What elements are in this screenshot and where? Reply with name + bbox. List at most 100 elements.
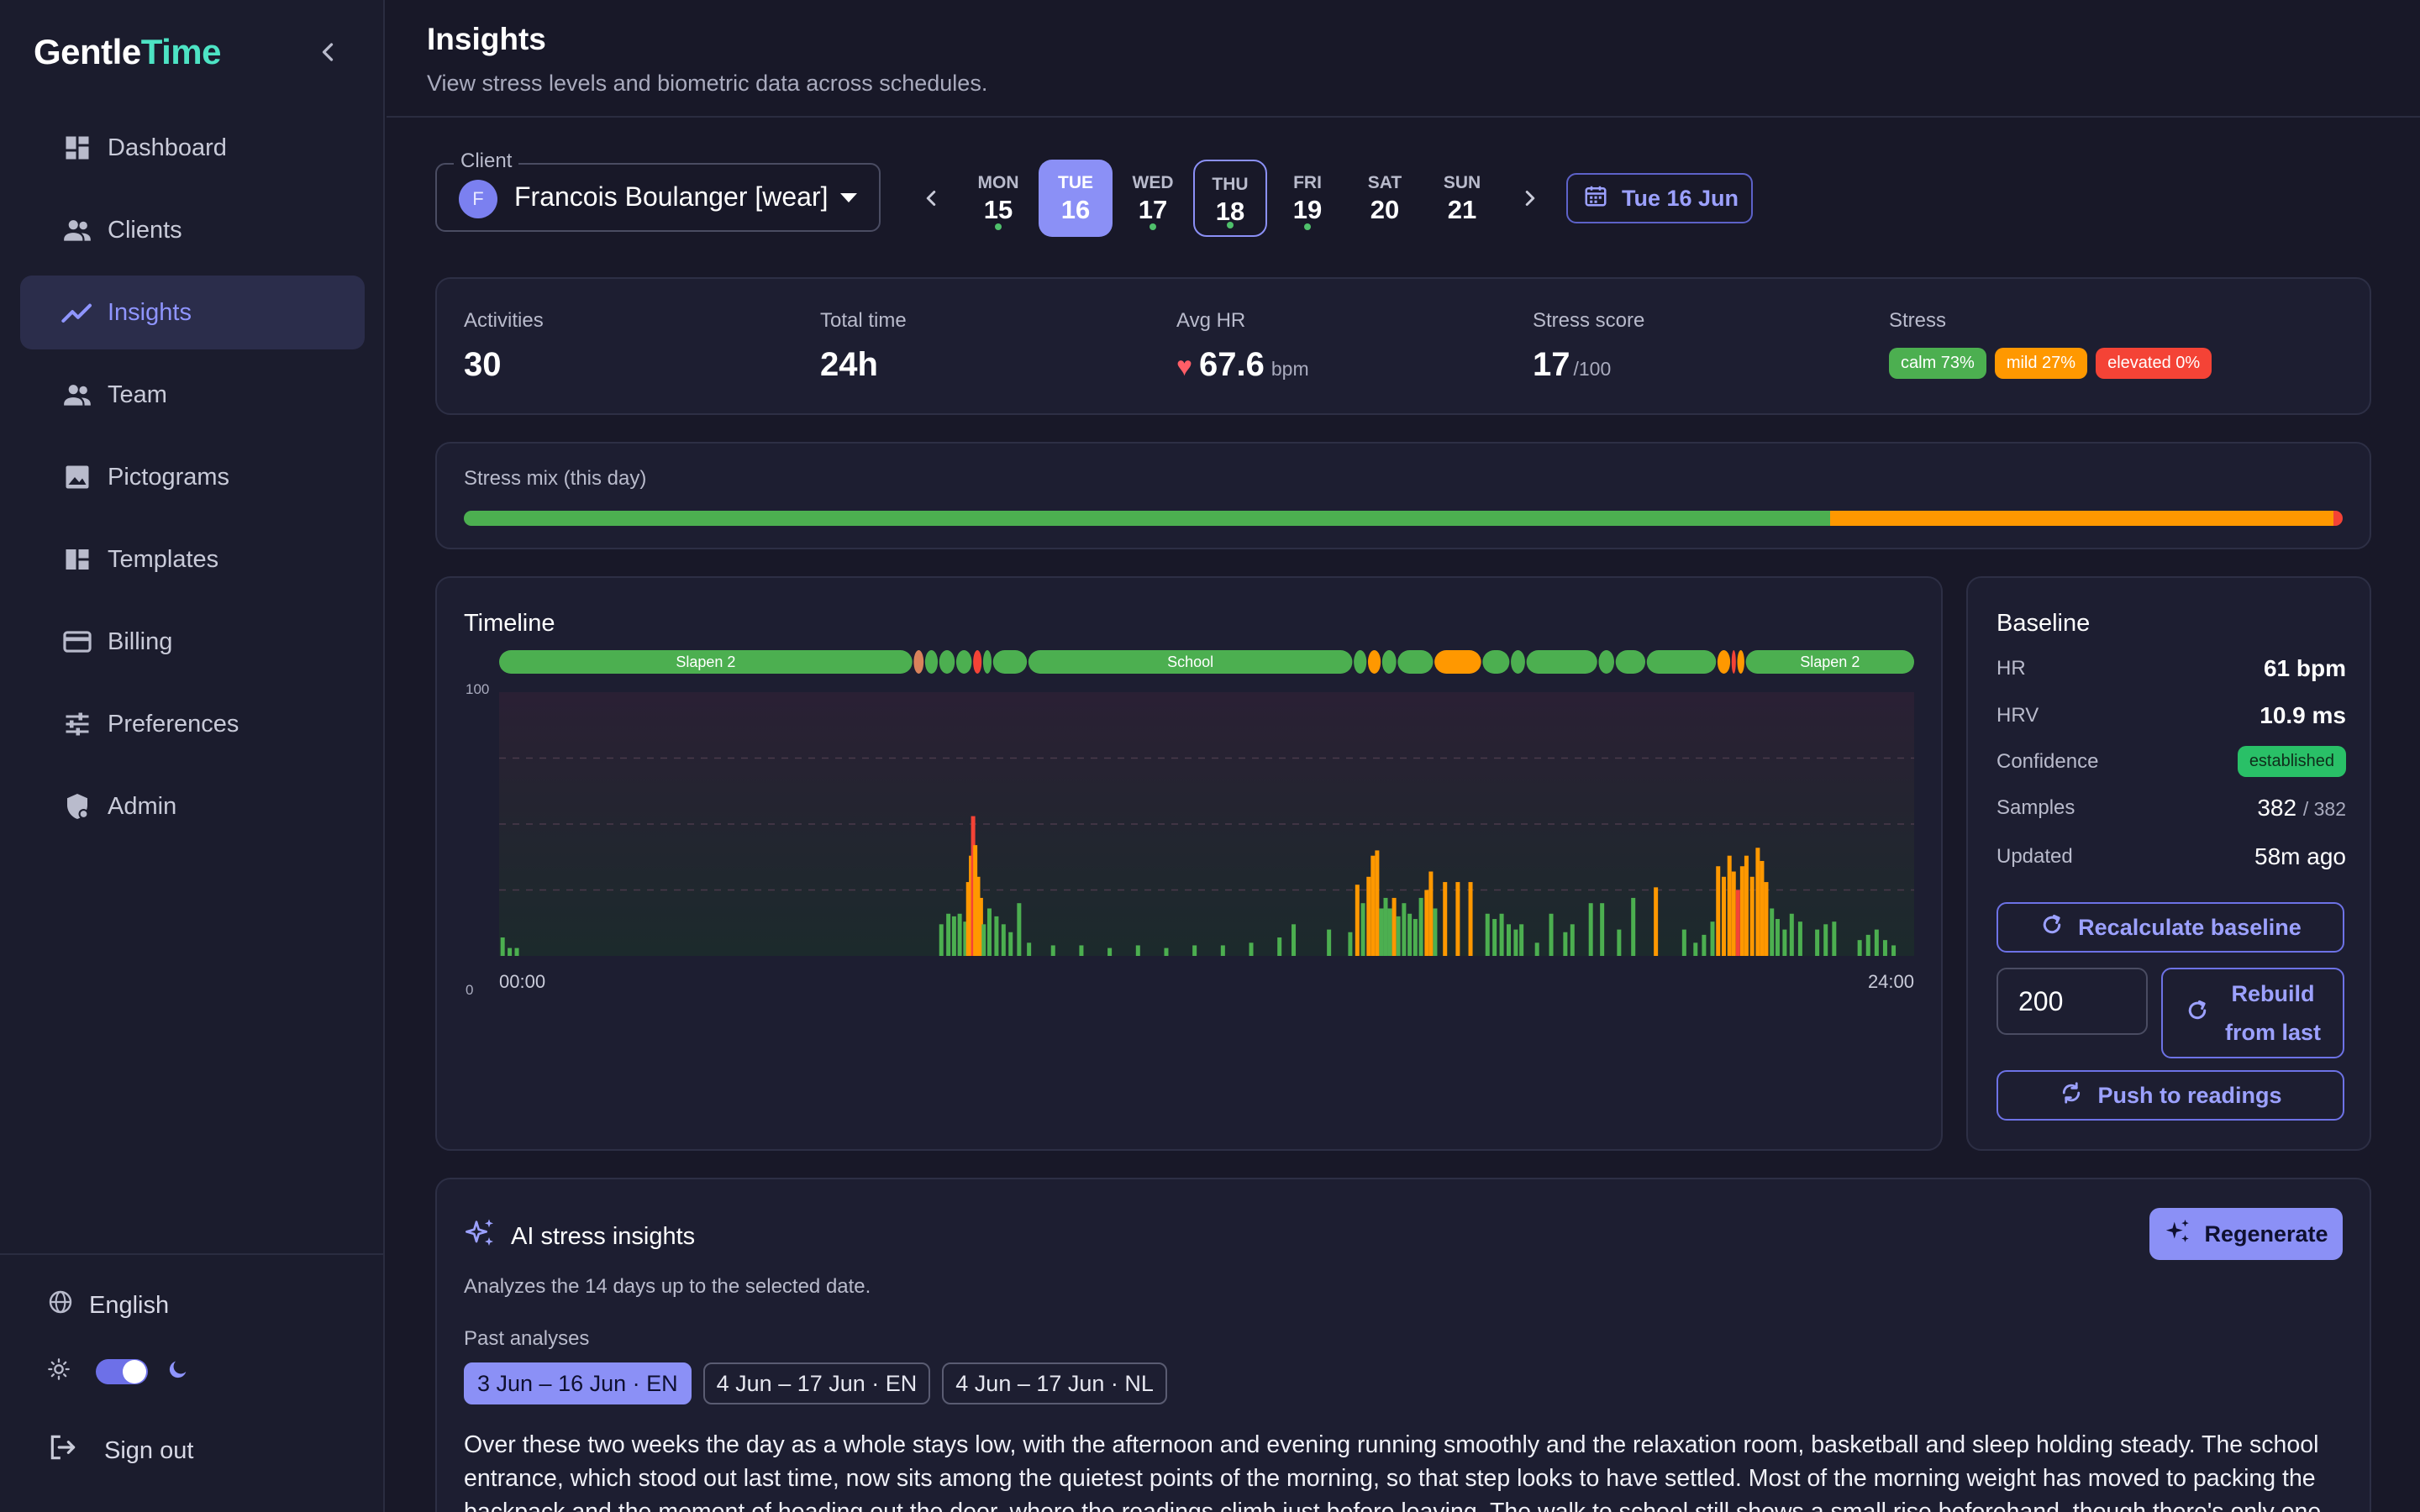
- sync-icon: [2059, 1080, 2084, 1111]
- stress-mix-title: Stress mix (this day): [464, 467, 647, 490]
- stress-bar: [1455, 882, 1460, 956]
- day-mon[interactable]: MON 15: [961, 160, 1035, 237]
- sidebar-item-team[interactable]: Team: [20, 358, 365, 432]
- sidebar-item-templates[interactable]: Templates: [20, 522, 365, 596]
- day-fri[interactable]: FRI 19: [1270, 160, 1344, 237]
- stress-bar: [1360, 903, 1365, 956]
- regenerate-button[interactable]: Regenerate: [2149, 1208, 2343, 1260]
- stress-bar: [1716, 866, 1721, 956]
- stress-bar: [1492, 919, 1497, 956]
- activity-segment[interactable]: [1731, 650, 1736, 674]
- y-min-label: 0: [466, 982, 473, 998]
- day-sun[interactable]: SUN 21: [1425, 160, 1499, 237]
- client-select[interactable]: Client F Francois Boulanger [wear]: [435, 150, 881, 232]
- sidebar-item-label: Insights: [108, 298, 192, 326]
- past-analysis-chip[interactable]: 4 Jun – 17 Jun · EN: [702, 1362, 931, 1404]
- theme-toggle[interactable]: [96, 1358, 148, 1384]
- sign-out-button[interactable]: Sign out: [47, 1431, 193, 1470]
- trend-icon: [60, 296, 94, 329]
- day-tue[interactable]: TUE 16: [1039, 160, 1113, 237]
- push-to-readings-button[interactable]: Push to readings: [1996, 1070, 2344, 1121]
- stress-bar: [1277, 937, 1282, 956]
- activity-segment[interactable]: [1646, 650, 1717, 674]
- sidebar-item-clients[interactable]: Clients: [20, 193, 365, 267]
- sidebar-item-dashboard[interactable]: Dashboard: [20, 111, 365, 185]
- baseline-hrv-value: 10.9 ms: [2260, 702, 2346, 728]
- push-label: Push to readings: [2097, 1082, 2282, 1108]
- baseline-updated-value: 58m ago: [2254, 843, 2346, 869]
- stress-bar: [1366, 876, 1371, 956]
- calendar-icon: [1583, 183, 1608, 214]
- activity-segment[interactable]: [1482, 650, 1510, 674]
- activity-segment[interactable]: [1598, 650, 1614, 674]
- activity-segment[interactable]: [1511, 650, 1525, 674]
- sidebar-item-admin[interactable]: Admin: [20, 769, 365, 843]
- stress-bar: [1485, 913, 1490, 956]
- rebuild-count-input[interactable]: [1996, 968, 2148, 1035]
- prev-week-button[interactable]: [918, 183, 944, 213]
- stress-bar: [1782, 929, 1787, 956]
- rebuild-from-last-button[interactable]: Rebuild from last: [2161, 968, 2344, 1058]
- activity-segment[interactable]: [913, 650, 924, 674]
- activity-segment[interactable]: [1354, 650, 1367, 674]
- baseline-hrv-row: HRV 10.9 ms: [1996, 702, 2346, 729]
- sidebar-item-pictograms[interactable]: Pictograms: [20, 440, 365, 514]
- ai-description: Analyzes the 14 days up to the selected …: [464, 1275, 871, 1298]
- stress-bar: [1727, 855, 1732, 956]
- day-sat[interactable]: SAT 20: [1348, 160, 1422, 237]
- day-wed[interactable]: WED 17: [1116, 160, 1190, 237]
- activity-segment[interactable]: [939, 650, 955, 674]
- activity-segment[interactable]: [924, 650, 939, 674]
- stat-label: Stress score: [1533, 309, 1645, 332]
- recalculate-baseline-button[interactable]: Recalculate baseline: [1996, 902, 2344, 953]
- stress-mix-segment-elevated: [2333, 511, 2343, 526]
- activity-segment[interactable]: [992, 650, 1028, 674]
- stress-bar: [1079, 945, 1084, 956]
- activity-segment[interactable]: [1381, 650, 1397, 674]
- activity-segment[interactable]: [1615, 650, 1646, 674]
- stress-bar: [981, 924, 986, 956]
- activity-segment[interactable]: [1397, 650, 1434, 674]
- sidebar-item-preferences[interactable]: Preferences: [20, 687, 365, 761]
- past-analysis-chip[interactable]: 4 Jun – 17 Jun · NL: [942, 1362, 1167, 1404]
- activity-segment[interactable]: [955, 650, 972, 674]
- current-date-label: Tue 16 Jun: [1622, 185, 1739, 211]
- stat-value: 30: [464, 346, 502, 383]
- stress-bar: [1008, 932, 1013, 956]
- stress-bar: [1693, 942, 1698, 956]
- stress-bar: [508, 948, 513, 956]
- baseline-samples-value: 382: [2257, 795, 2297, 821]
- baseline-hrv-label: HRV: [1996, 704, 2039, 727]
- stress-bar: [1874, 929, 1879, 956]
- activity-segment[interactable]: [973, 650, 982, 674]
- activity-segment[interactable]: [1737, 650, 1744, 674]
- stress-bar: [1760, 860, 1765, 956]
- x-end-label: 24:00: [1868, 971, 1914, 992]
- activity-segment[interactable]: [1434, 650, 1481, 674]
- ai-title-text: AI stress insights: [511, 1222, 696, 1250]
- stat-label: Total time: [820, 309, 907, 332]
- ai-title: AI stress insights: [464, 1216, 695, 1257]
- day-thu[interactable]: THU 18: [1193, 160, 1267, 237]
- stress-bar: [1815, 929, 1820, 956]
- past-analysis-chip[interactable]: 3 Jun – 16 Jun · EN: [464, 1362, 692, 1404]
- elevated-badge: elevated 0%: [2096, 348, 2212, 379]
- next-week-button[interactable]: [1518, 183, 1543, 213]
- globe-icon: [47, 1289, 74, 1322]
- sliders-icon: [60, 707, 94, 741]
- sidebar-item-insights[interactable]: Insights: [20, 276, 365, 349]
- brand-logo[interactable]: GentleTime: [34, 32, 221, 72]
- stat-value: 24h: [820, 346, 878, 383]
- baseline-samples-total: / 382: [2302, 798, 2346, 820]
- language-selector[interactable]: English: [47, 1289, 169, 1322]
- activity-segment[interactable]: [1367, 650, 1381, 674]
- activity-segment[interactable]: [1717, 650, 1731, 674]
- stress-bar: [1654, 887, 1659, 956]
- activity-segment[interactable]: [1526, 650, 1597, 674]
- date-picker-button[interactable]: Tue 16 Jun: [1566, 173, 1753, 223]
- sidebar-item-billing[interactable]: Billing: [20, 605, 365, 679]
- activity-segment[interactable]: [982, 650, 992, 674]
- collapse-sidebar-button[interactable]: [313, 37, 343, 67]
- past-analyses-label: Past analyses: [464, 1327, 590, 1350]
- chevron-left-icon: [322, 43, 334, 61]
